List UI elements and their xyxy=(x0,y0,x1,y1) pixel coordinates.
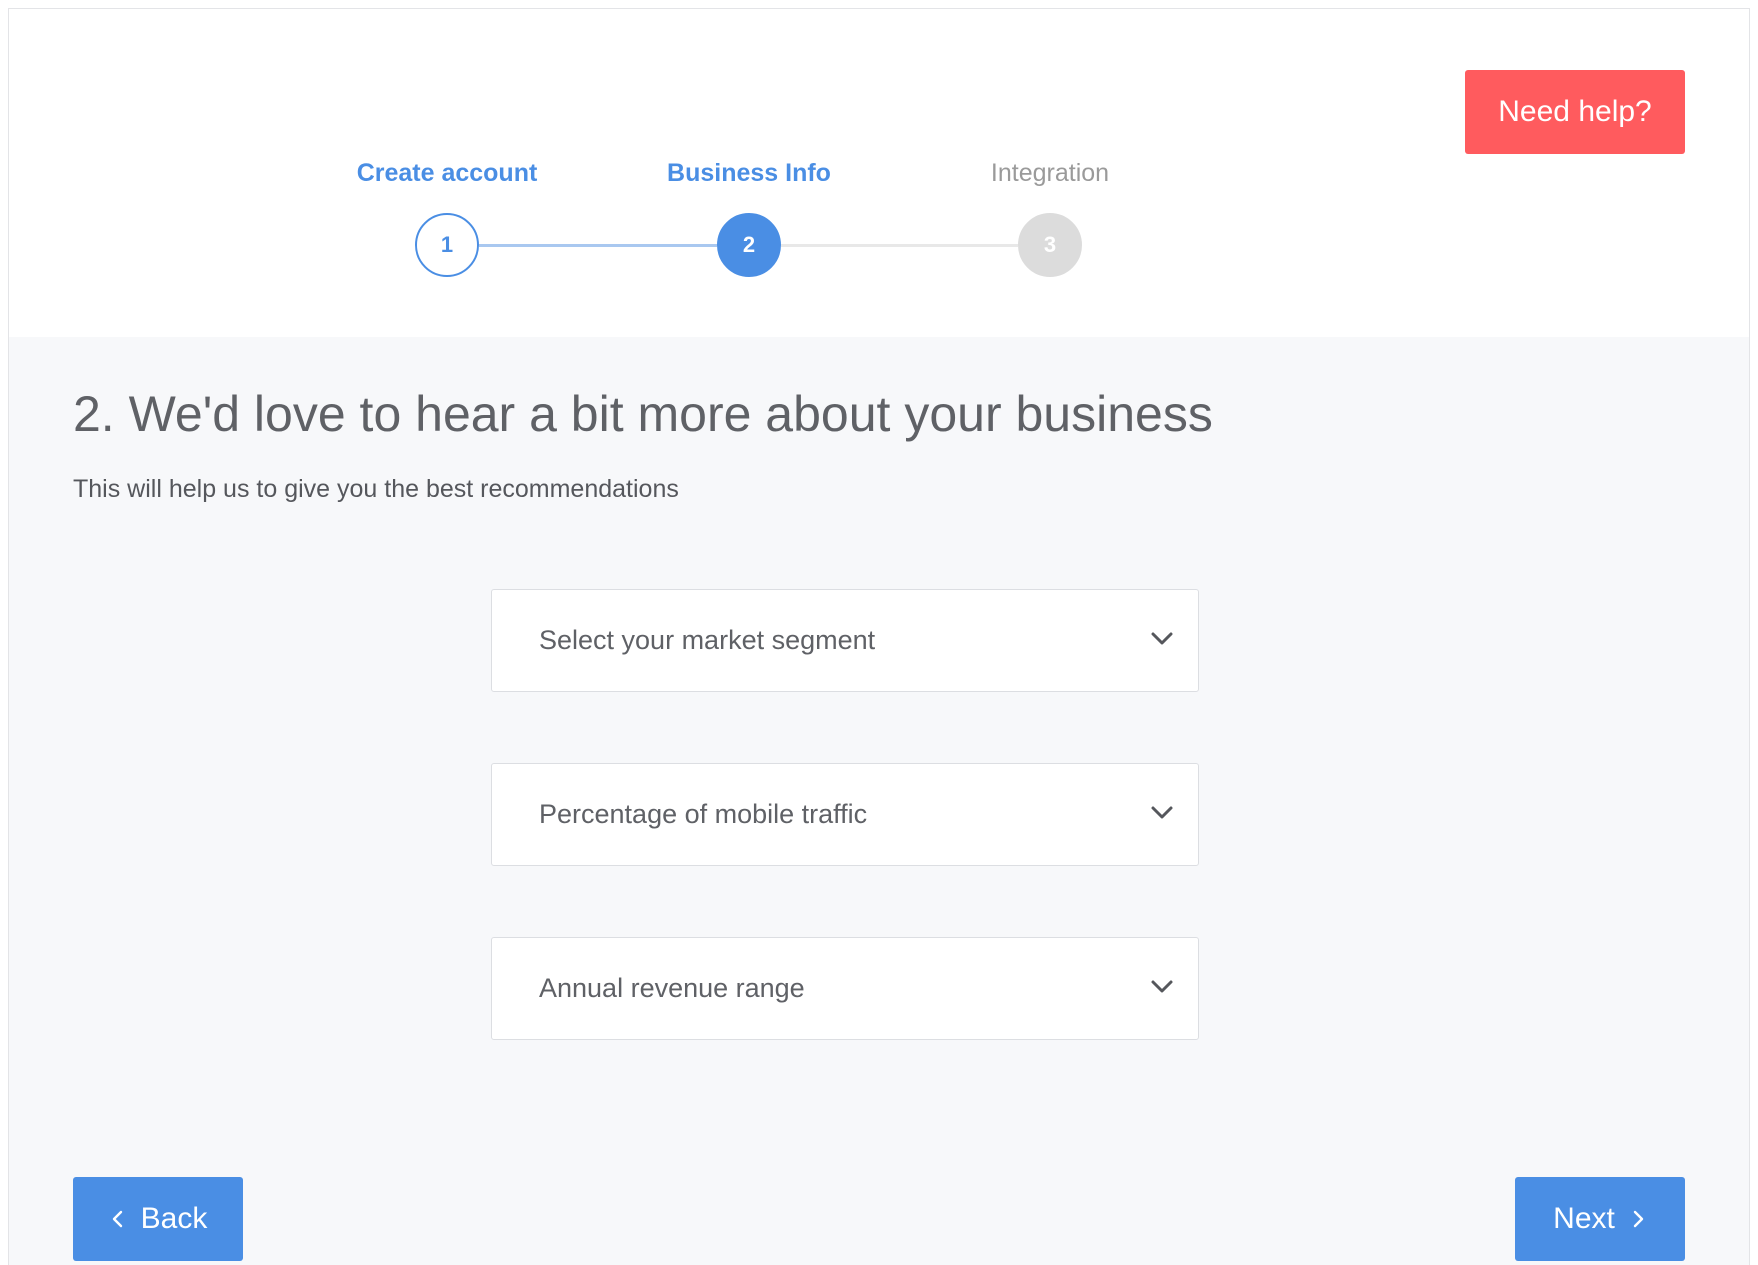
annual-revenue-placeholder: Annual revenue range xyxy=(539,973,805,1003)
step-connector-1-2 xyxy=(479,244,717,247)
progress-stepper: Create account Business Info Integration… xyxy=(9,9,1749,337)
market-segment-placeholder: Select your market segment xyxy=(539,625,876,655)
annual-revenue-select[interactable]: Annual revenue range xyxy=(491,937,1199,1040)
mobile-traffic-select[interactable]: Percentage of mobile traffic xyxy=(491,763,1199,866)
header: Need help? Create account Business Info … xyxy=(9,9,1749,337)
page-title: 2. We'd love to hear a bit more about yo… xyxy=(73,386,1213,442)
chevron-left-icon xyxy=(112,1210,122,1228)
next-button[interactable]: Next xyxy=(1515,1177,1685,1261)
page-subtitle: This will help us to give you the best r… xyxy=(73,475,679,503)
market-segment-select[interactable]: Select your market segment xyxy=(491,589,1199,692)
step-circle-3: 3 xyxy=(1018,213,1082,277)
step-circle-1[interactable]: 1 xyxy=(415,213,479,277)
back-button[interactable]: Back xyxy=(73,1177,243,1261)
step-label-create-account[interactable]: Create account xyxy=(317,159,577,188)
chevron-down-icon xyxy=(1151,806,1173,819)
chevron-down-icon xyxy=(1151,632,1173,645)
back-button-label: Back xyxy=(140,1202,208,1235)
step-label-integration: Integration xyxy=(990,159,1110,187)
next-button-label: Next xyxy=(1553,1202,1615,1235)
step-label-business-info: Business Info xyxy=(667,159,831,187)
chevron-down-icon xyxy=(1151,980,1173,993)
onboarding-window: Need help? Create account Business Info … xyxy=(8,8,1750,1265)
form-content: 2. We'd love to hear a bit more about yo… xyxy=(9,337,1749,1265)
step-circle-2: 2 xyxy=(717,213,781,277)
mobile-traffic-placeholder: Percentage of mobile traffic xyxy=(539,799,868,829)
chevron-right-icon xyxy=(1633,1210,1644,1228)
step-connector-2-3 xyxy=(781,244,1018,247)
